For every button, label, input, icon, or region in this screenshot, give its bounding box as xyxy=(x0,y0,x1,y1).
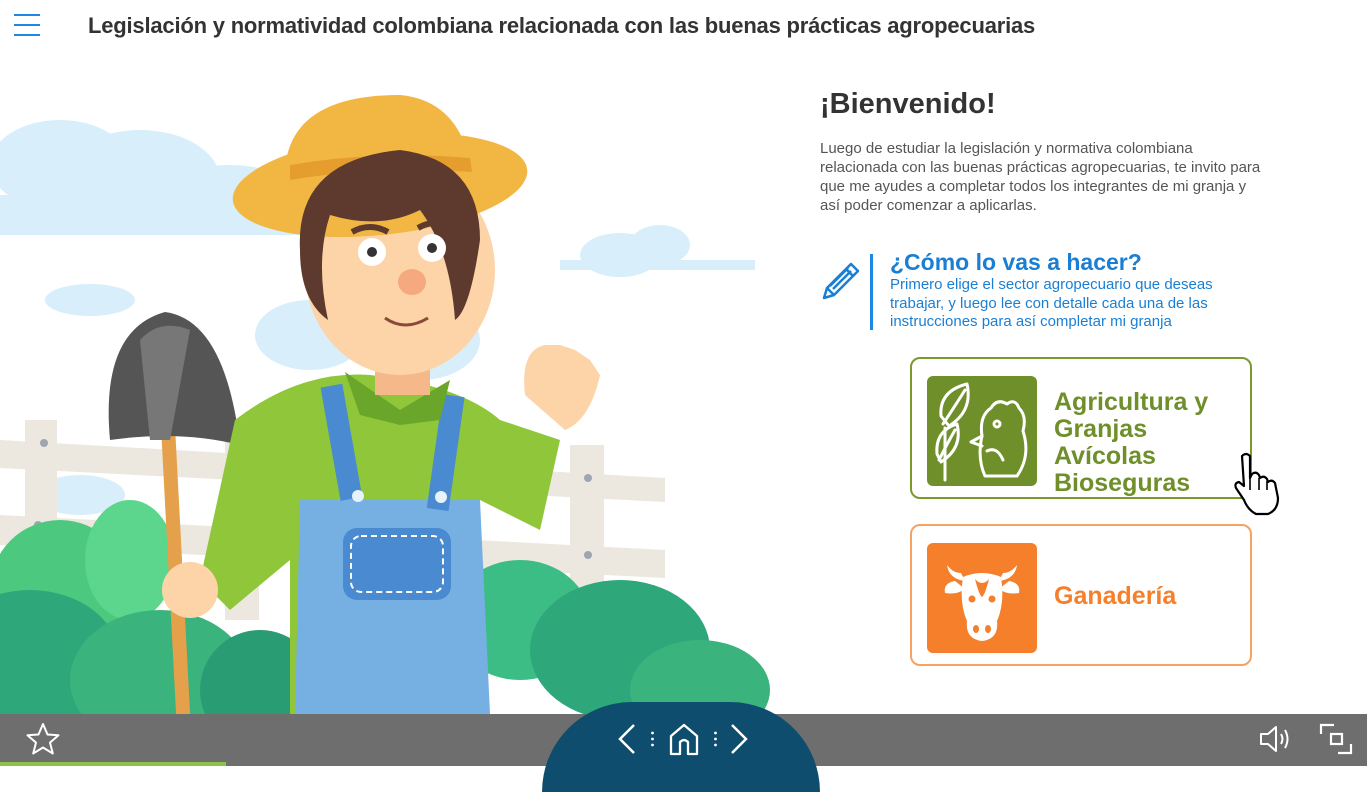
progress-bar xyxy=(0,762,226,766)
cow-icon xyxy=(927,543,1037,653)
option-ganaderia[interactable]: Ganadería xyxy=(910,524,1252,666)
option-agricultura[interactable]: Agricultura y Granjas Avícolas Biosegura… xyxy=(910,357,1252,499)
how-text: Primero elige el sector agropecuario que… xyxy=(890,276,1213,330)
leaf-rooster-icon xyxy=(927,376,1037,486)
farmer-illustration xyxy=(0,54,790,714)
chevron-left-icon[interactable] xyxy=(612,722,642,756)
menu-line xyxy=(14,24,40,26)
welcome-heading: ¡Bienvenido! xyxy=(820,88,996,120)
chevron-right-icon[interactable] xyxy=(724,722,754,756)
option-agricultura-label: Agricultura y Granjas Avícolas Biosegura… xyxy=(1054,388,1209,497)
bottom-toolbar xyxy=(0,702,1367,792)
how-divider xyxy=(870,254,873,330)
page-title: Legislación y normatividad colombiana re… xyxy=(88,13,1036,38)
nav-separator xyxy=(651,731,654,747)
menu-button[interactable] xyxy=(12,12,42,40)
fullscreen-icon[interactable] xyxy=(1318,722,1354,756)
how-title: ¿Cómo lo vas a hacer? xyxy=(890,249,1142,275)
pencil-icon xyxy=(818,258,864,304)
option-ganaderia-label: Ganadería xyxy=(1054,582,1177,610)
nav-separator xyxy=(714,731,717,747)
home-icon[interactable] xyxy=(668,722,699,756)
star-icon[interactable] xyxy=(26,722,60,756)
header: Legislación y normatividad colombiana re… xyxy=(0,0,1367,54)
menu-line xyxy=(14,34,40,36)
hand-cursor-icon xyxy=(1232,452,1292,518)
welcome-text: Luego de estudiar la legislación y norma… xyxy=(820,140,1261,214)
speaker-icon[interactable] xyxy=(1258,723,1294,755)
menu-line xyxy=(14,14,40,16)
